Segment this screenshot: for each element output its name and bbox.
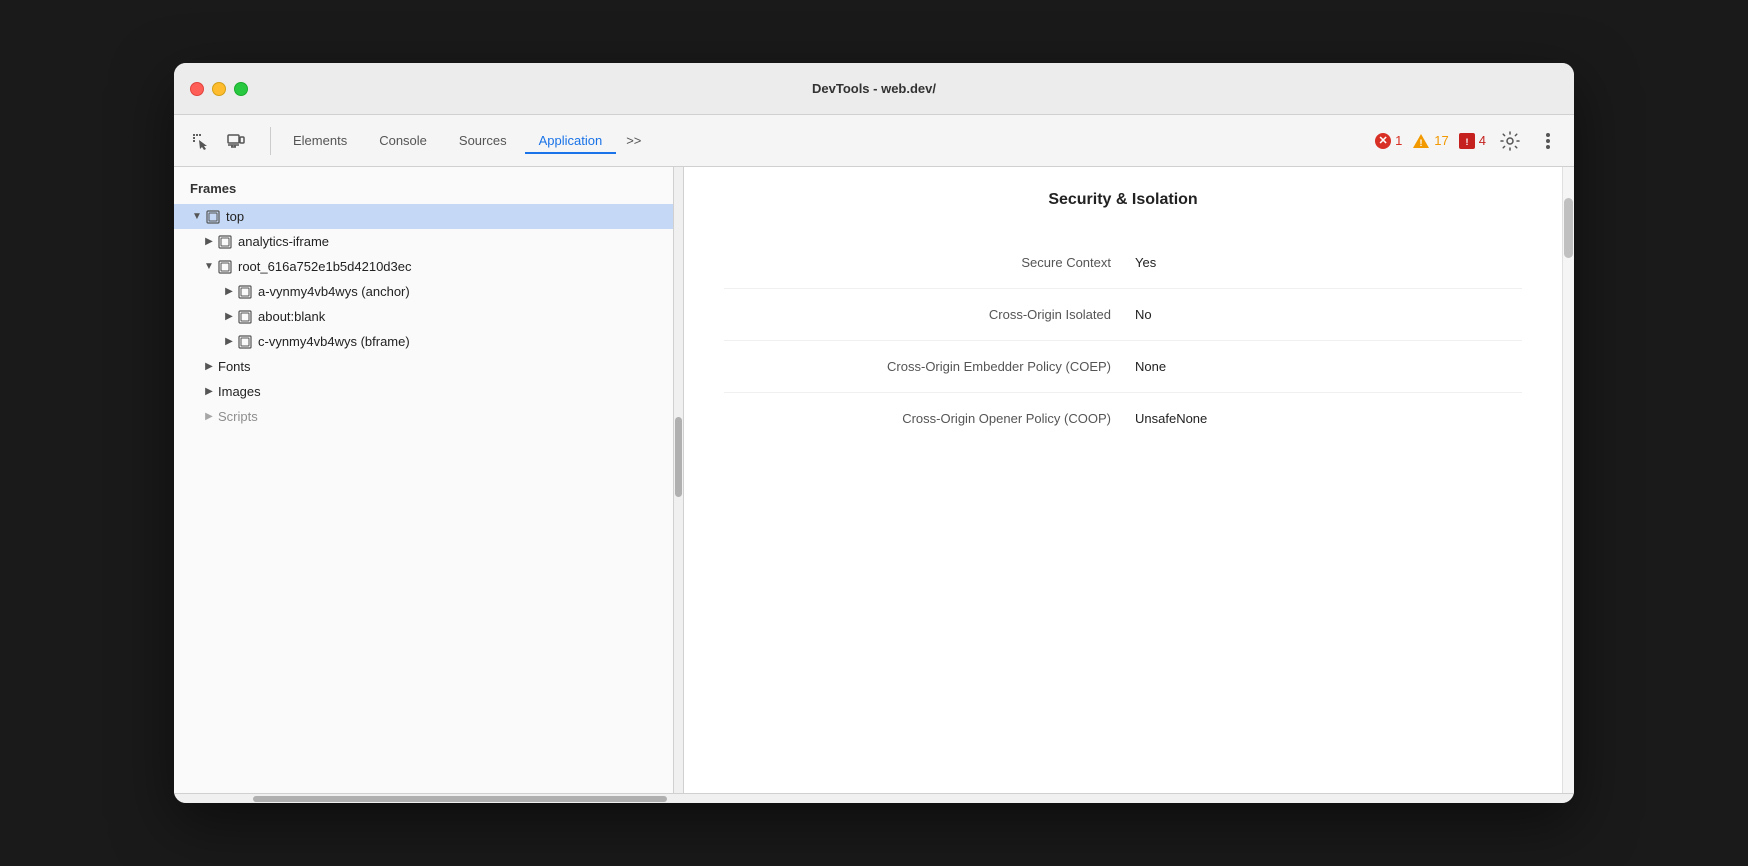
- info-count: 4: [1479, 133, 1486, 148]
- chevron-root: [202, 261, 216, 272]
- tab-sources[interactable]: Sources: [445, 127, 521, 154]
- warning-icon: !: [1412, 133, 1430, 149]
- tree-item-about-blank[interactable]: about:blank: [174, 304, 673, 329]
- tree-label-scripts: Scripts: [218, 409, 258, 424]
- error-count: 1: [1395, 133, 1402, 148]
- chevron-analytics: [202, 236, 216, 247]
- info-label-secure-context: Secure Context: [724, 255, 1135, 270]
- tree-label-root: root_616a752e1b5d4210d3ec: [238, 259, 412, 274]
- tree-item-analytics-iframe[interactable]: analytics-iframe: [174, 229, 673, 254]
- tree-item-images[interactable]: Images: [174, 379, 673, 404]
- info-row-coop: Cross-Origin Opener Policy (COOP) Unsafe…: [724, 393, 1522, 444]
- chevron-scripts: [202, 411, 216, 422]
- tab-console[interactable]: Console: [365, 127, 441, 154]
- right-panel-scrollbar[interactable]: [1562, 167, 1574, 793]
- frame-icon-root: [218, 260, 232, 274]
- frame-icon-top: [206, 210, 220, 224]
- svg-text:!: !: [1420, 138, 1423, 148]
- tree-label-about-blank: about:blank: [258, 309, 325, 324]
- close-button[interactable]: [190, 82, 204, 96]
- right-scrollbar-thumb: [1564, 198, 1573, 258]
- window-title: DevTools - web.dev/: [812, 81, 936, 96]
- svg-text:!: !: [1465, 137, 1468, 147]
- error-icon: ✕: [1375, 133, 1391, 149]
- tree-item-c-vynmy[interactable]: c-vynmy4vb4wys (bframe): [174, 329, 673, 354]
- main-content: Frames top: [174, 167, 1574, 793]
- info-value-coep: None: [1135, 359, 1522, 374]
- info-icon: !: [1459, 133, 1475, 149]
- tree-item-fonts[interactable]: Fonts: [174, 354, 673, 379]
- tab-elements[interactable]: Elements: [279, 127, 361, 154]
- toolbar: Elements Console Sources Application >> …: [174, 115, 1574, 167]
- bottom-scrollbar[interactable]: [174, 793, 1574, 803]
- minimize-button[interactable]: [212, 82, 226, 96]
- tree-item-top[interactable]: top: [174, 204, 673, 229]
- cursor-tool-button[interactable]: [186, 127, 214, 155]
- title-bar: DevTools - web.dev/: [174, 63, 1574, 115]
- info-row-cross-origin-isolated: Cross-Origin Isolated No: [724, 289, 1522, 341]
- chevron-fonts: [202, 361, 216, 372]
- toolbar-divider: [270, 127, 271, 155]
- tree-label-top: top: [226, 209, 244, 224]
- more-options-button[interactable]: [1534, 127, 1562, 155]
- info-value-secure-context: Yes: [1135, 255, 1522, 270]
- chevron-about-blank: [222, 311, 236, 322]
- frame-icon-c-vynmy: [238, 335, 252, 349]
- info-badge[interactable]: ! 4: [1459, 133, 1486, 149]
- chevron-images: [202, 386, 216, 397]
- frame-icon-analytics: [218, 235, 232, 249]
- info-label-cross-origin-isolated: Cross-Origin Isolated: [724, 307, 1135, 322]
- chevron-a-vynmy: [222, 286, 236, 297]
- devtools-window: DevTools - web.dev/: [174, 63, 1574, 803]
- settings-button[interactable]: [1496, 127, 1524, 155]
- info-row-coep: Cross-Origin Embedder Policy (COEP) None: [724, 341, 1522, 393]
- info-label-coop: Cross-Origin Opener Policy (COOP): [724, 411, 1135, 426]
- scrollbar-thumb: [675, 417, 682, 497]
- tab-more-button[interactable]: >>: [620, 129, 647, 152]
- tree-label-images: Images: [218, 384, 261, 399]
- tree-label-fonts: Fonts: [218, 359, 251, 374]
- tree-label-c-vynmy: c-vynmy4vb4wys (bframe): [258, 334, 410, 349]
- security-section-heading: Security & Isolation: [724, 191, 1522, 209]
- left-panel: Frames top: [174, 167, 674, 793]
- tab-application[interactable]: Application: [525, 127, 617, 154]
- info-value-coop: UnsafeNone: [1135, 411, 1522, 426]
- tree-item-root-frame[interactable]: root_616a752e1b5d4210d3ec: [174, 254, 673, 279]
- device-tool-button[interactable]: [222, 127, 250, 155]
- left-panel-scrollbar[interactable]: [674, 167, 684, 793]
- error-badge[interactable]: ✕ 1: [1375, 133, 1402, 149]
- maximize-button[interactable]: [234, 82, 248, 96]
- toolbar-tool-icons: [186, 127, 250, 155]
- chevron-top: [190, 211, 204, 222]
- right-panel: Security & Isolation Secure Context Yes …: [684, 167, 1562, 793]
- h-scrollbar-thumb: [253, 796, 667, 802]
- frame-icon-about-blank: [238, 310, 252, 324]
- warning-badge[interactable]: ! 17: [1412, 133, 1448, 149]
- toolbar-right: ✕ 1 ! 17 ! 4: [1375, 127, 1562, 155]
- info-label-coep: Cross-Origin Embedder Policy (COEP): [724, 359, 1135, 374]
- traffic-lights: [190, 82, 248, 96]
- info-value-cross-origin-isolated: No: [1135, 307, 1522, 322]
- warning-count: 17: [1434, 133, 1448, 148]
- chevron-c-vynmy: [222, 336, 236, 347]
- info-row-secure-context: Secure Context Yes: [724, 237, 1522, 289]
- tree-label-a-vynmy: a-vynmy4vb4wys (anchor): [258, 284, 410, 299]
- frames-section-title: Frames: [174, 167, 673, 204]
- tree-label-analytics: analytics-iframe: [238, 234, 329, 249]
- tree-item-a-vynmy[interactable]: a-vynmy4vb4wys (anchor): [174, 279, 673, 304]
- frame-icon-a-vynmy: [238, 285, 252, 299]
- tree-item-scripts[interactable]: Scripts: [174, 404, 673, 429]
